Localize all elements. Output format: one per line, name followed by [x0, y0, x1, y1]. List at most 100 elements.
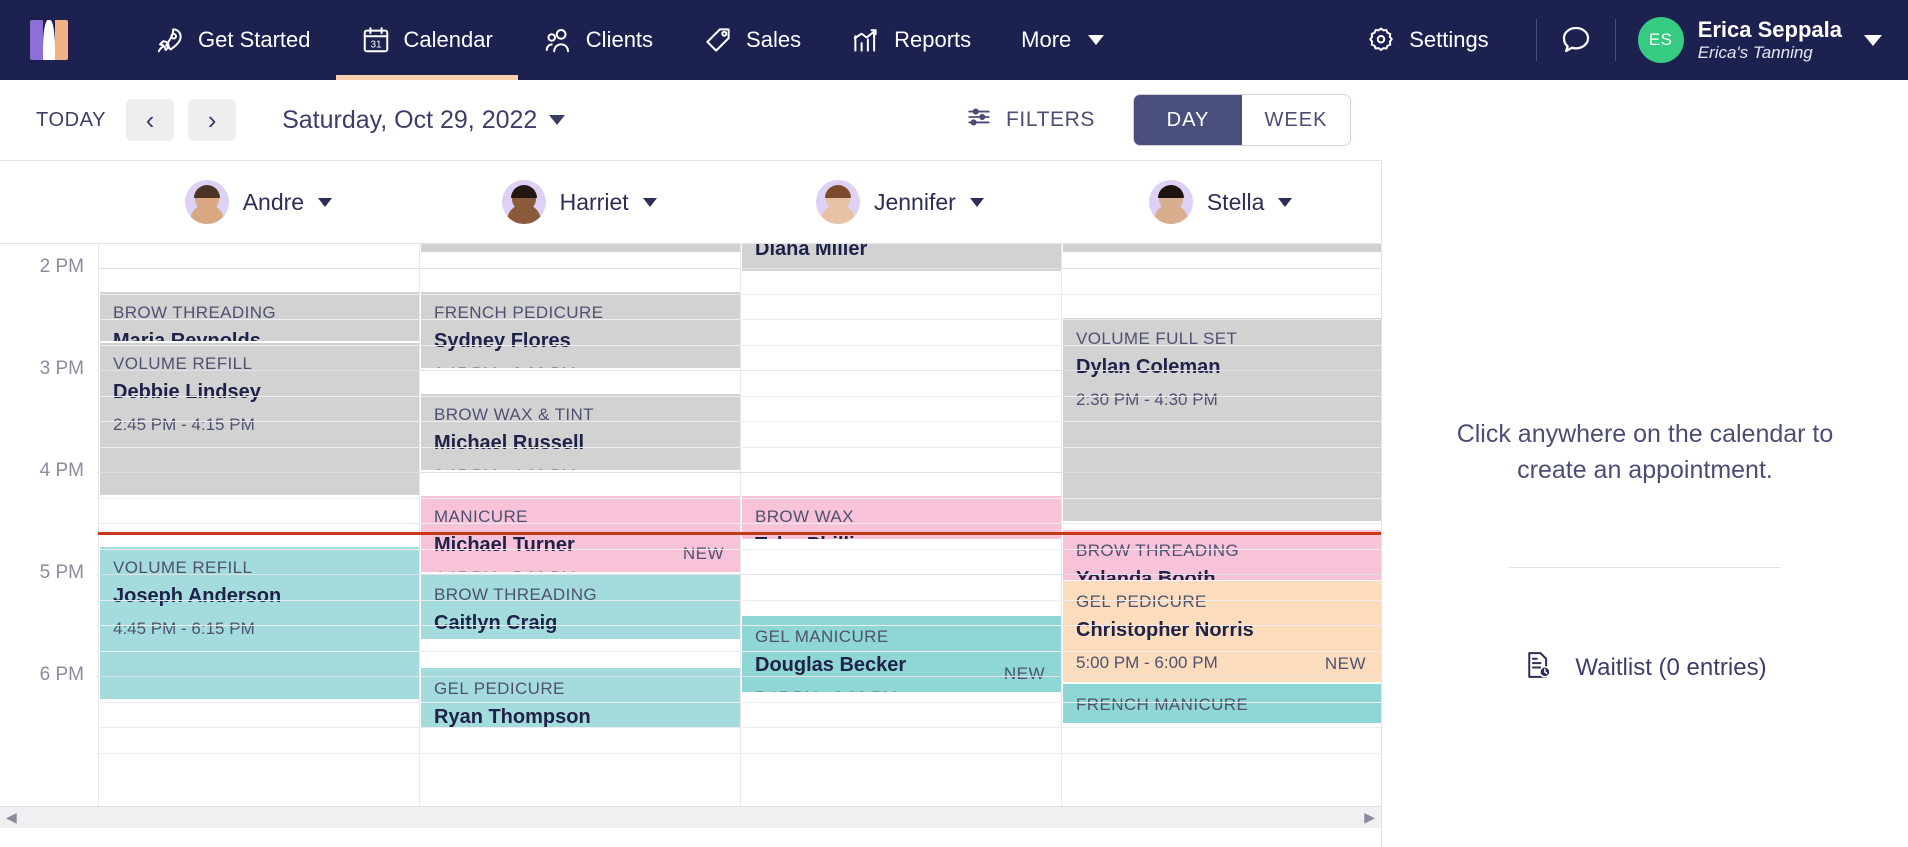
appointment-time: 5:15 PM - 6:00 PM	[755, 685, 1048, 692]
quarter-gridline	[98, 523, 1381, 524]
staff-name: Harriet	[559, 188, 629, 215]
nav-divider-1	[1535, 19, 1537, 61]
tag-icon	[703, 25, 733, 55]
appointment-service: VOLUME REFILL	[113, 354, 253, 373]
nav-item-settings[interactable]: Settings	[1341, 0, 1514, 80]
staff-column-header[interactable]: Jennifer	[740, 180, 1061, 224]
appointment-block[interactable]: FRENCH MANICURE	[1063, 684, 1381, 724]
staff-name: Jennifer	[873, 188, 956, 215]
appointment-client: Debbie Lindsey	[113, 380, 261, 403]
appointment-block[interactable]: BROW THREADING Caitlyn Craig	[421, 574, 740, 640]
quarter-gridline	[98, 701, 1381, 703]
appointment-time: 2:15 PM - 3:00 PM	[434, 361, 727, 368]
today-button[interactable]: TODAY	[30, 101, 112, 140]
calendar-panel: Andre Harriet Jennifer Stella BROW THREADIN…	[0, 160, 1381, 847]
appointment-time: 3:15 PM - 4:00 PM	[434, 463, 727, 470]
staff-name: Stella	[1206, 188, 1265, 215]
filters-button[interactable]: FILTERS	[966, 104, 1095, 136]
staff-column[interactable]: 1:15 PM - 2:00 PM VOLUME FULL SET Dylan Co…	[1061, 244, 1381, 828]
quarter-gridline	[98, 497, 1381, 499]
date-picker-button[interactable]: Saturday, Oct 29, 2022	[282, 105, 566, 135]
nav-item-clients[interactable]: Clients	[518, 0, 678, 80]
calendar-columns: BROW THREADING Maria Reynolds VOLUME REFIL…	[98, 244, 1381, 828]
appointment-client: Christopher Norris	[1076, 618, 1254, 641]
bar-chart-icon	[851, 25, 881, 55]
appointment-block[interactable]: GEL MANICUREDouglas Becker5:15 PM - 6:00…	[742, 616, 1061, 693]
nav-label: Sales	[746, 27, 802, 52]
hour-gridline	[98, 472, 1381, 473]
nav-item-sales[interactable]: Sales	[678, 0, 826, 80]
appointment-block[interactable]: FRENCH PEDICURE Sydney Flores 2:15 PM - 3:…	[421, 292, 740, 369]
chevron-down-icon[interactable]	[1278, 197, 1293, 207]
staff-column-header[interactable]: Stella	[1060, 180, 1381, 224]
mangomint-logo[interactable]	[30, 20, 68, 60]
side-panel: Click anywhere on the calendar to create…	[1381, 160, 1908, 847]
staff-column-header[interactable]: Harriet	[419, 180, 740, 224]
staff-column-header[interactable]: Andre	[98, 180, 419, 224]
chevron-down-icon[interactable]	[642, 197, 657, 207]
horizontal-scrollbar[interactable]: ◀ ▶	[0, 806, 1381, 828]
appointment-block[interactable]: VOLUME REFILL Joseph Anderson 4:45 PM - 6:…	[100, 547, 419, 700]
appointment-block[interactable]: VOLUME REFILL Debbie Lindsey 2:45 PM - 4:1…	[100, 343, 419, 496]
view-toggle-day[interactable]: DAY	[1134, 95, 1242, 145]
appointment-time: 1:15 PM - 2:00 PM	[1076, 244, 1369, 250]
appointment-block[interactable]: VOLUME FULL SET Dylan Coleman 2:30 PM - 4:…	[1063, 318, 1381, 522]
view-toggle: DAY WEEK	[1133, 94, 1351, 146]
user-chevron-down-icon[interactable]	[1864, 34, 1882, 46]
main-content: Andre Harriet Jennifer Stella BROW THREADIN…	[0, 160, 1908, 847]
staff-column[interactable]: BROW THREADING Maria Reynolds VOLUME REFIL…	[98, 244, 419, 828]
appointment-block[interactable]: GEL PEDICURE Ryan Thompson	[421, 668, 740, 728]
appointment-time: 4:15 PM - 5:00 PM	[434, 565, 727, 572]
chevron-down-icon	[549, 115, 566, 125]
appointment-block[interactable]: 1:15 PM - 2:00 PM	[421, 244, 740, 253]
view-toggle-week[interactable]: WEEK	[1242, 95, 1350, 145]
chat-bubble-icon[interactable]	[1559, 23, 1593, 57]
appointment-time: 1:30 PM - 2:15 PM	[755, 269, 1048, 271]
nav-item-get-started[interactable]: Get Started	[130, 0, 336, 80]
current-time-indicator	[98, 532, 1381, 535]
staff-column-headers: Andre Harriet Jennifer Stella	[0, 161, 1381, 243]
filters-icon	[966, 104, 992, 136]
appointment-block[interactable]: GEL PEDICURE Christopher Norris 5:00 PM - …	[1063, 581, 1381, 683]
chevron-down-icon[interactable]	[318, 197, 333, 207]
chevron-down-icon[interactable]	[969, 197, 984, 207]
nav-item-more[interactable]: More	[996, 0, 1129, 80]
scroll-left-arrow[interactable]: ◀	[6, 809, 17, 826]
appointment-client: Ryan Thompson	[434, 705, 591, 728]
current-date-label: Saturday, Oct 29, 2022	[282, 105, 538, 134]
quarter-gridline	[98, 344, 1381, 346]
nav-label: More	[1021, 27, 1072, 52]
quarter-gridline	[98, 319, 1381, 320]
calendar-toolbar: TODAY ‹ › Saturday, Oct 29, 2022 FILTERS…	[0, 80, 1381, 160]
appointment-block[interactable]: 1:15 PM - 2:00 PM	[1063, 244, 1381, 253]
quarter-gridline	[98, 752, 1381, 754]
appointment-service: FRENCH MANICURE	[1076, 695, 1249, 714]
new-client-badge: NEW	[1324, 654, 1366, 673]
rocket-icon	[155, 25, 185, 55]
user-menu[interactable]: Erica Seppala Erica's Tanning	[1698, 17, 1842, 63]
appointment-block[interactable]: BROW THREADING Maria Reynolds	[100, 292, 419, 342]
waitlist-button[interactable]: Waitlist (0 entries)	[1523, 650, 1767, 687]
staff-column[interactable]: Diana Miller1:30 PM - 2:15 PMBROW WAXTyl…	[740, 244, 1061, 828]
appointment-client: Diana Miller	[755, 243, 868, 260]
appointment-service: BROW THREADING	[434, 585, 598, 604]
staff-avatar	[1148, 180, 1193, 224]
scroll-right-arrow[interactable]: ▶	[1364, 809, 1375, 826]
calendar-grid[interactable]: BROW THREADING Maria Reynolds VOLUME REFIL…	[0, 243, 1381, 828]
nav-item-reports[interactable]: Reports	[826, 0, 996, 80]
staff-avatar	[184, 180, 229, 224]
hour-gridline	[98, 676, 1381, 677]
quarter-gridline	[98, 599, 1381, 601]
appointment-client: Caitlyn Craig	[434, 611, 558, 634]
user-avatar[interactable]: ES	[1637, 17, 1684, 63]
previous-day-button[interactable]: ‹	[126, 99, 175, 141]
svg-text:31: 31	[370, 40, 382, 51]
clients-icon	[543, 25, 573, 55]
staff-column[interactable]: 1:15 PM - 2:00 PM FRENCH PEDICURE Sydney F…	[419, 244, 740, 828]
appointment-service: GEL PEDICURE	[1076, 592, 1207, 611]
nav-item-calendar[interactable]: 31 Calendar	[335, 0, 519, 80]
appointment-block[interactable]	[100, 243, 419, 244]
appointment-block[interactable]: BROW WAX & TINT Michael Russell 3:15 PM - …	[421, 394, 740, 471]
appointment-service: BROW WAX	[755, 507, 854, 526]
next-day-button[interactable]: ›	[188, 99, 237, 141]
